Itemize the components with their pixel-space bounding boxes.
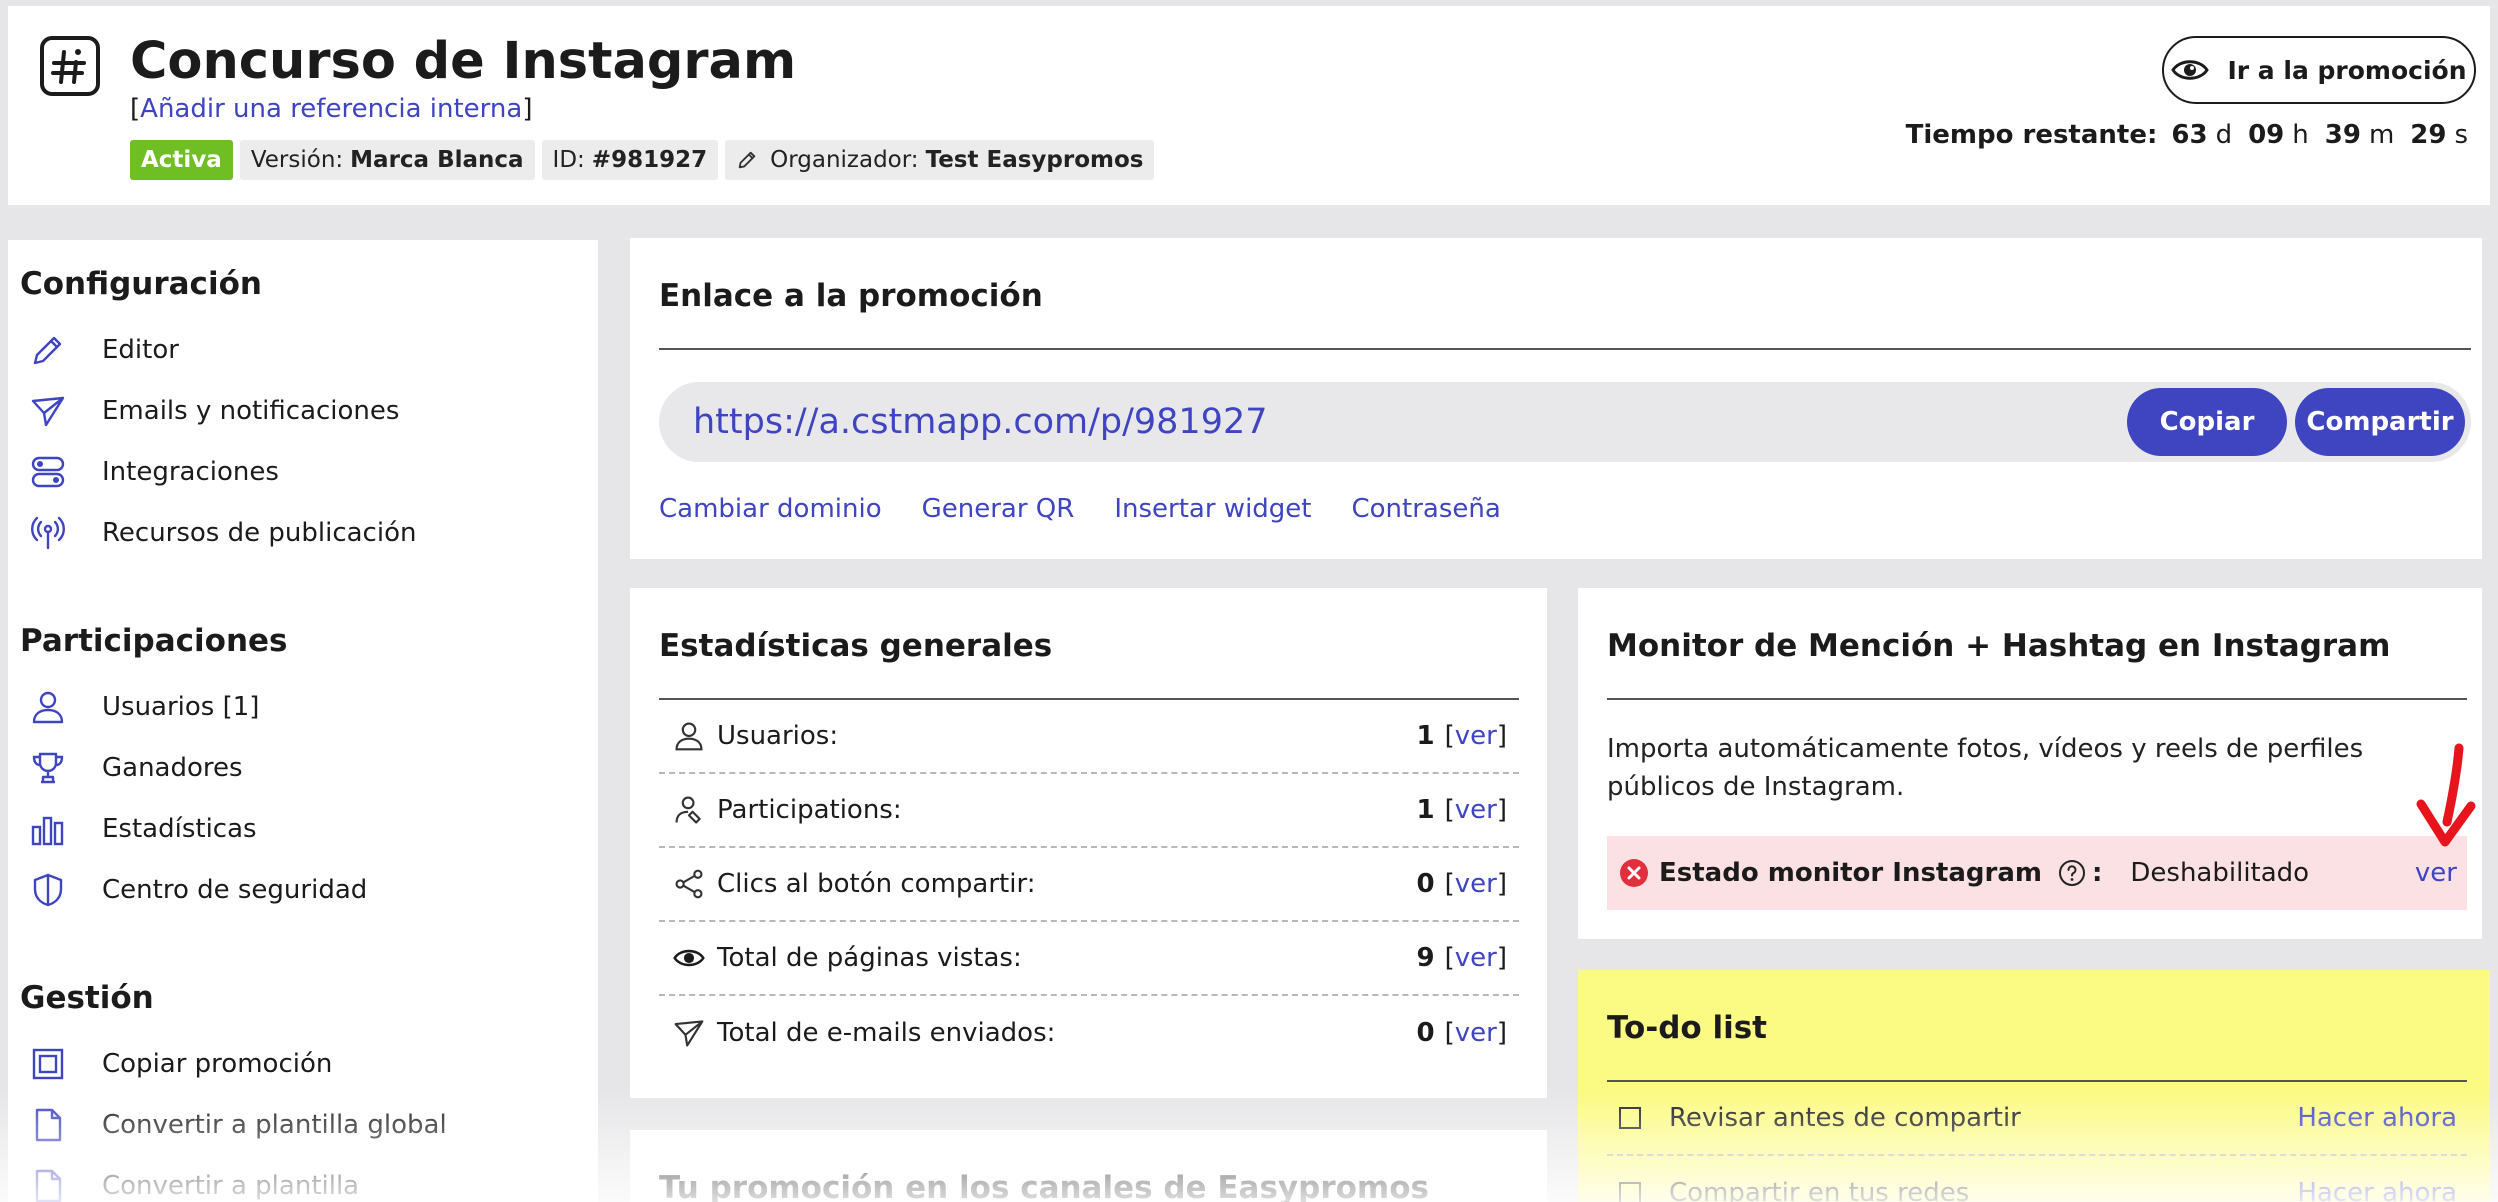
sidebar-item-recursos[interactable]: Recursos de publicación: [28, 507, 416, 559]
error-icon: [1619, 858, 1649, 888]
sidebar-heading-participaciones: Participaciones: [20, 623, 288, 659]
stats-card-title: Estadísticas generales: [659, 628, 1053, 664]
organizer-badge[interactable]: Organizador: Test Easypromos: [725, 140, 1155, 180]
send-icon: [28, 391, 68, 431]
todo-item: Compartir en tus redes Hacer ahora: [1607, 1156, 2467, 1202]
change-domain-link[interactable]: Cambiar dominio: [659, 494, 882, 524]
generate-qr-link[interactable]: Generar QR: [922, 494, 1075, 524]
file-icon: [28, 1166, 68, 1202]
promotion-url-bar: https://a.cstmapp.com/p/981927 Copiar Co…: [659, 382, 2471, 462]
sidebar-item-ganadores[interactable]: Ganadores: [28, 742, 243, 794]
divider: [1607, 698, 2467, 700]
do-now-link[interactable]: Hacer ahora: [2297, 1103, 2457, 1133]
send-icon: [671, 1015, 707, 1051]
sidebar-item-emails[interactable]: Emails y notificaciones: [28, 385, 399, 437]
user-icon: [28, 687, 68, 727]
promotion-link-card: Enlace a la promoción https://a.cstmapp.…: [630, 238, 2482, 559]
link-card-title: Enlace a la promoción: [659, 278, 1043, 314]
stat-row-emails: Total de e-mails enviados: 0 [ver]: [659, 996, 1519, 1070]
sidebar-item-integraciones[interactable]: Integraciones: [28, 446, 279, 498]
participation-icon: [671, 792, 707, 828]
divider: [659, 348, 2471, 350]
bar-chart-icon: [28, 809, 68, 849]
eye-icon: [2171, 57, 2210, 83]
general-stats-card: Estadísticas generales Usuarios: 1 [ver]…: [630, 588, 1547, 1098]
instagram-monitor-card: Monitor de Mención + Hashtag en Instagra…: [1578, 588, 2482, 939]
red-arrow-icon: [2407, 742, 2481, 856]
monitor-status-value: Deshabilitado: [2130, 858, 2310, 888]
shield-icon: [28, 870, 68, 910]
copy-icon: [28, 1044, 68, 1084]
sidebar-item-usuarios[interactable]: Usuarios [1]: [28, 681, 259, 733]
help-icon[interactable]: [2058, 859, 2086, 887]
view-usuarios-link[interactable]: ver: [1455, 721, 1497, 751]
pencil-icon: [736, 149, 758, 171]
add-reference-link[interactable]: Añadir una referencia interna: [140, 94, 522, 124]
sidebar-item-copiar[interactable]: Copiar promoción: [28, 1038, 332, 1090]
page-header: Concurso de Instagram [Añadir una refere…: [8, 6, 2490, 205]
sidebar-heading-configuracion: Configuración: [20, 266, 262, 302]
share-button[interactable]: Compartir: [2295, 388, 2465, 456]
copy-button[interactable]: Copiar: [2127, 388, 2287, 456]
todo-card-title: To-do list: [1607, 1010, 1767, 1046]
id-badge: ID: #981927: [541, 140, 719, 180]
view-share-clicks-link[interactable]: ver: [1455, 869, 1497, 899]
view-emails-link[interactable]: ver: [1455, 1018, 1497, 1048]
easypromos-channels-card: Tu promoción en los canales de Easypromo…: [630, 1130, 1547, 1202]
todo-list-card: To-do list Revisar antes de compartir Ha…: [1578, 970, 2490, 1202]
todo-item: Revisar antes de compartir Hacer ahora: [1607, 1082, 2467, 1156]
sidebar-item-editor[interactable]: Editor: [28, 324, 179, 376]
hashtag-logo-icon: [40, 36, 100, 96]
file-icon: [28, 1105, 68, 1145]
stat-row-usuarios: Usuarios: 1 [ver]: [659, 700, 1519, 774]
version-badge: Versión: Marca Blanca: [239, 140, 535, 180]
view-monitor-link[interactable]: ver: [2415, 858, 2457, 888]
sidebar-item-plantilla[interactable]: Convertir a plantilla: [28, 1160, 359, 1202]
monitor-status-row: Estado monitor Instagram : Deshabilitado…: [1607, 836, 2467, 910]
stat-row-share-clicks: Clics al botón compartir: 0 [ver]: [659, 848, 1519, 922]
promotion-badges: Activa Versión: Marca Blanca ID: #981927 O…: [130, 140, 1155, 180]
page-title: Concurso de Instagram: [130, 32, 797, 91]
sidebar-item-plantilla-global[interactable]: Convertir a plantilla global: [28, 1099, 447, 1151]
sidebar: Configuración Editor Emails y notificaci…: [8, 240, 598, 1202]
view-participations-link[interactable]: ver: [1455, 795, 1497, 825]
monitor-description: Importa automáticamente fotos, vídeos y …: [1607, 734, 2364, 802]
sidebar-heading-gestion: Gestión: [20, 980, 154, 1016]
todo-checkbox[interactable]: [1619, 1182, 1641, 1202]
share-icon: [671, 866, 707, 902]
stat-row-participations: Participations: 1 [ver]: [659, 774, 1519, 848]
toggles-icon: [28, 452, 68, 492]
broadcast-icon: [28, 513, 68, 553]
pencil-icon: [28, 330, 68, 370]
insert-widget-link[interactable]: Insertar widget: [1114, 494, 1311, 524]
eye-icon: [671, 940, 707, 976]
do-now-link[interactable]: Hacer ahora: [2297, 1178, 2457, 1202]
time-remaining: Tiempo restante: 63 d 09 h 39 m 29 s: [1905, 120, 2468, 150]
monitor-card-title: Monitor de Mención + Hashtag en Instagra…: [1607, 628, 2391, 664]
sidebar-item-seguridad[interactable]: Centro de seguridad: [28, 864, 367, 916]
password-link[interactable]: Contraseña: [1352, 494, 1501, 524]
link-actions: Cambiar dominio Generar QR Insertar widg…: [659, 494, 1501, 524]
sidebar-item-estadisticas[interactable]: Estadísticas: [28, 803, 257, 855]
go-to-promotion-button[interactable]: Ir a la promoción: [2162, 36, 2476, 104]
status-badge: Activa: [130, 140, 233, 180]
stat-row-page-views: Total de páginas vistas: 9 [ver]: [659, 922, 1519, 996]
channels-card-title: Tu promoción en los canales de Easypromo…: [659, 1170, 1429, 1202]
view-page-views-link[interactable]: ver: [1455, 943, 1497, 973]
user-icon: [671, 718, 707, 754]
trophy-icon: [28, 748, 68, 788]
internal-reference: [Añadir una referencia interna]: [130, 94, 533, 124]
todo-checkbox[interactable]: [1619, 1107, 1641, 1129]
promotion-url-link[interactable]: https://a.cstmapp.com/p/981927: [693, 402, 1268, 442]
